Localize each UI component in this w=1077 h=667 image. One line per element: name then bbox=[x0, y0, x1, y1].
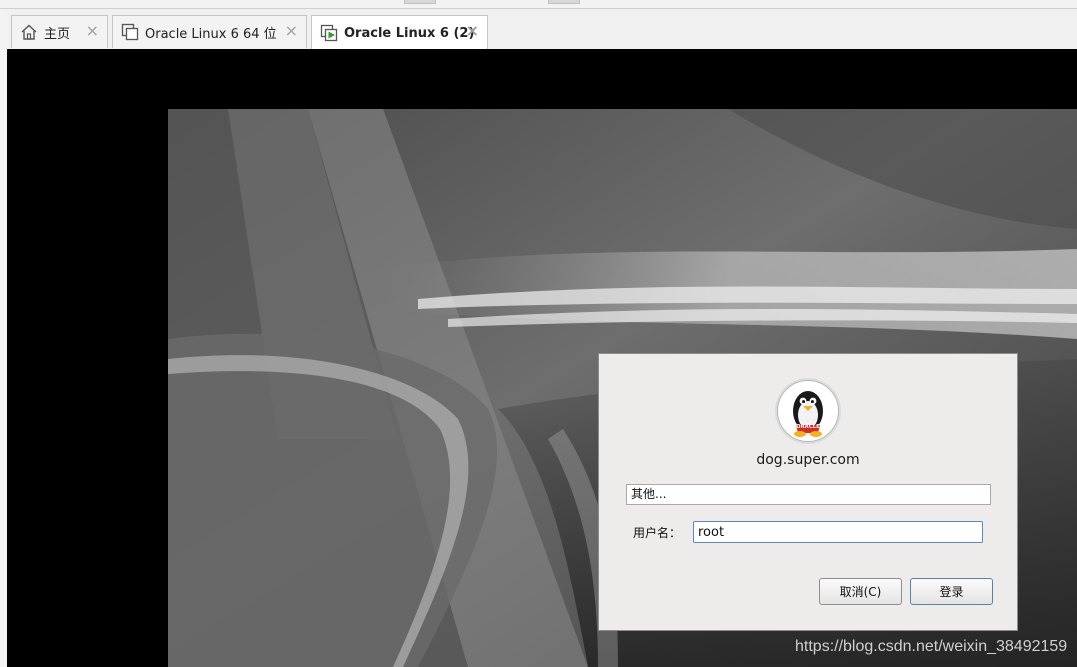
tab-label: Oracle Linux 6 64 位 bbox=[145, 26, 277, 42]
toolbar-knob bbox=[404, 0, 436, 4]
cancel-button[interactable]: 取消(C) bbox=[819, 578, 902, 605]
tab-oracle-linux-6-64[interactable]: Oracle Linux 6 64 位 × bbox=[112, 15, 307, 48]
tab-home[interactable]: 主页 × bbox=[11, 15, 108, 48]
watermark-text: https://blog.csdn.net/weixin_38492159 bbox=[795, 638, 1068, 655]
top-strip bbox=[0, 0, 1077, 9]
close-icon[interactable]: × bbox=[466, 23, 479, 39]
vm-console[interactable]: ORACLE dog.super.com 其他... 用户名： 取消(C) 登录 bbox=[7, 49, 1077, 667]
username-label: 用户名： bbox=[633, 526, 682, 540]
oracle-logo: ORACLE bbox=[796, 424, 820, 430]
login-dialog: ORACLE dog.super.com 其他... 用户名： 取消(C) 登录 bbox=[598, 353, 1018, 631]
hostname-label: dog.super.com bbox=[756, 452, 860, 468]
close-icon[interactable]: × bbox=[86, 23, 99, 39]
tab-bar: 主页 × Oracle Linux 6 64 位 × Oracle Linux … bbox=[7, 9, 1077, 50]
home-icon bbox=[20, 23, 38, 41]
vm-running-icon bbox=[320, 24, 338, 42]
guest-screen[interactable]: ORACLE dog.super.com 其他... 用户名： 取消(C) 登录 bbox=[168, 109, 1077, 667]
close-icon[interactable]: × bbox=[285, 23, 298, 39]
tab-label: 主页 bbox=[44, 26, 71, 42]
user-avatar[interactable]: ORACLE bbox=[777, 380, 839, 442]
user-list-item-other[interactable]: 其他... bbox=[626, 484, 991, 505]
vm-icon bbox=[121, 23, 139, 41]
username-input[interactable] bbox=[693, 521, 983, 543]
login-button[interactable]: 登录 bbox=[910, 578, 993, 605]
tab-oracle-linux-6-2[interactable]: Oracle Linux 6 (2) × bbox=[311, 15, 488, 50]
toolbar-knob bbox=[548, 0, 580, 4]
penguin-icon bbox=[793, 391, 823, 437]
tab-label: Oracle Linux 6 (2) bbox=[344, 25, 475, 41]
vmware-window: 主页 × Oracle Linux 6 64 位 × Oracle Linux … bbox=[0, 0, 1077, 667]
